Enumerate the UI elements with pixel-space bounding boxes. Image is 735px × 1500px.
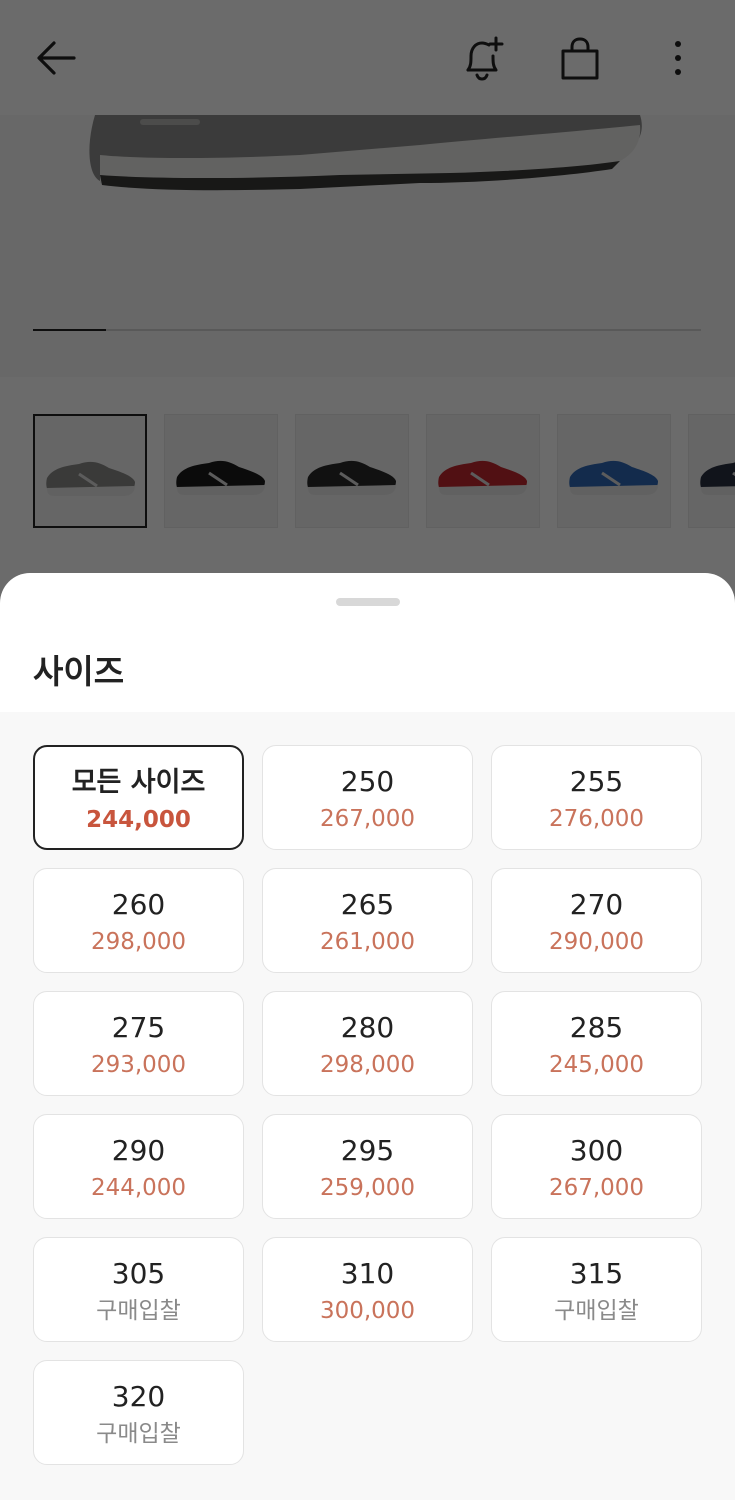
size-label: 275 [111, 1011, 166, 1044]
price-label: 293,000 [90, 1052, 187, 1078]
size-option[interactable]: 285 245,000 [491, 991, 702, 1096]
price-label: 290,000 [548, 929, 645, 955]
size-option[interactable]: 290 244,000 [33, 1114, 244, 1219]
size-label: 295 [340, 1134, 395, 1167]
size-options-area: 모든 사이즈 244,000 250 267,000 255 276,000 260 298,… [0, 712, 735, 1500]
price-label: 261,000 [319, 929, 416, 955]
size-option[interactable]: 265 261,000 [262, 868, 473, 973]
size-option[interactable]: 315 구매입찰 [491, 1237, 702, 1342]
size-label: 265 [340, 888, 395, 921]
price-label: 300,000 [319, 1298, 416, 1324]
drag-handle[interactable] [336, 598, 400, 606]
bid-label: 구매입찰 [96, 1298, 181, 1324]
size-label: 290 [111, 1134, 166, 1167]
size-option[interactable]: 300 267,000 [491, 1114, 702, 1219]
size-option[interactable]: 270 290,000 [491, 868, 702, 973]
size-option[interactable]: 320 구매입찰 [33, 1360, 244, 1465]
size-option[interactable]: 260 298,000 [33, 868, 244, 973]
price-label: 276,000 [548, 806, 645, 832]
size-option[interactable]: 280 298,000 [262, 991, 473, 1096]
size-label: 270 [569, 888, 624, 921]
price-label: 267,000 [548, 1175, 645, 1201]
size-option[interactable]: 310 300,000 [262, 1237, 473, 1342]
size-bottom-sheet: 사이즈 모든 사이즈 244,000 250 267,000 255 276,000 260… [0, 573, 735, 1500]
price-label: 267,000 [319, 806, 416, 832]
size-option[interactable]: 255 276,000 [491, 745, 702, 850]
size-label: 305 [111, 1257, 166, 1290]
size-label: 310 [340, 1257, 395, 1290]
size-label: 260 [111, 888, 166, 921]
price-label: 259,000 [319, 1175, 416, 1201]
price-label: 298,000 [319, 1052, 416, 1078]
size-label: 모든 사이즈 [71, 767, 206, 798]
price-label: 244,000 [86, 807, 191, 833]
size-label: 315 [569, 1257, 624, 1290]
size-label: 250 [340, 765, 395, 798]
size-label: 255 [569, 765, 624, 798]
bid-label: 구매입찰 [96, 1421, 181, 1447]
size-label: 280 [340, 1011, 395, 1044]
bid-label: 구매입찰 [554, 1298, 639, 1324]
price-label: 298,000 [90, 929, 187, 955]
size-option[interactable]: 305 구매입찰 [33, 1237, 244, 1342]
size-option[interactable]: 모든 사이즈 244,000 [33, 745, 244, 850]
price-label: 244,000 [90, 1175, 187, 1201]
size-label: 300 [569, 1134, 624, 1167]
price-label: 245,000 [548, 1052, 645, 1078]
size-label: 285 [569, 1011, 624, 1044]
size-label: 320 [111, 1380, 166, 1413]
sheet-title: 사이즈 [33, 652, 125, 691]
size-option[interactable]: 295 259,000 [262, 1114, 473, 1219]
size-option[interactable]: 250 267,000 [262, 745, 473, 850]
size-option[interactable]: 275 293,000 [33, 991, 244, 1096]
